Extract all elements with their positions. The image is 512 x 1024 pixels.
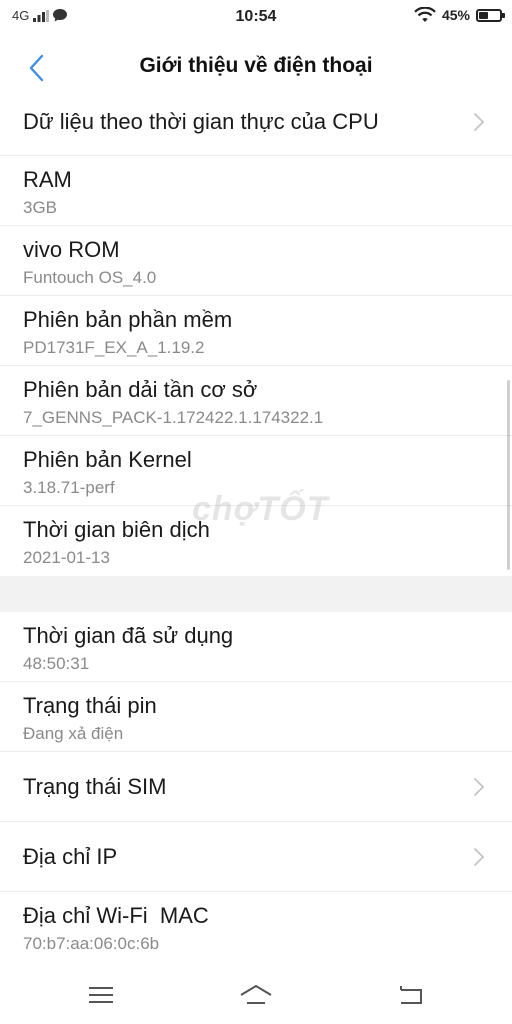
row-value: 7_GENNS_PACK-1.172422.1.174322.1	[23, 408, 324, 427]
scroll-indicator[interactable]	[507, 380, 510, 570]
list-item-software-version: Phiên bản phần mềm PD1731F_EX_A_1.19.2	[0, 296, 512, 366]
row-title: Phiên bản phần mềm	[23, 307, 233, 332]
row-title: Địa chỉ Wi-Fi MAC	[23, 903, 209, 928]
section-divider	[0, 576, 512, 612]
row-title: Địa chỉ IP	[23, 844, 118, 869]
row-value: Đang xả điện	[23, 724, 124, 743]
row-value: 70:b7:aa:06:0c:6b	[23, 934, 160, 953]
chevron-right-icon	[474, 778, 485, 796]
row-title: vivo ROM	[23, 237, 120, 262]
battery-icon	[476, 8, 505, 22]
row-title: Dữ liệu theo thời gian thực của CPU	[23, 109, 379, 134]
list-item-sim-status[interactable]: Trạng thái SIM	[0, 752, 512, 822]
row-value: 2021-01-13	[23, 548, 110, 567]
row-value: PD1731F_EX_A_1.19.2	[23, 338, 205, 357]
list-item-cpu-realtime[interactable]: Dữ liệu theo thời gian thực của CPU	[0, 100, 512, 156]
row-title: Trạng thái pin	[23, 693, 157, 718]
list-item-kernel-version: Phiên bản Kernel 3.18.71-perf	[0, 436, 512, 506]
status-bar: 4G 10:54 45%	[0, 0, 512, 36]
row-title: Thời gian biên dịch	[23, 517, 210, 542]
row-value: Funtouch OS_4.0	[23, 268, 157, 287]
status-right: 45%	[414, 7, 505, 23]
list-item-rom: vivo ROM Funtouch OS_4.0	[0, 226, 512, 296]
home-icon[interactable]	[238, 982, 274, 1008]
menu-icon[interactable]	[86, 982, 116, 1008]
list-item-uptime: Thời gian đã sử dụng 48:50:31	[0, 612, 512, 682]
row-title: Phiên bản Kernel	[23, 447, 192, 472]
list-item-build-time: Thời gian biên dịch 2021-01-13	[0, 506, 512, 576]
list-item-battery-status: Trạng thái pin Đang xả điện	[0, 682, 512, 752]
row-value: 3GB	[23, 198, 58, 217]
battery-percent: 45%	[441, 7, 470, 23]
header: Giới thiệu về điện thoại	[0, 36, 512, 100]
about-phone-screen: 4G 10:54 45% Giới thiệu về điện thoại Dữ…	[0, 0, 512, 1024]
row-value: 3.18.71-perf	[23, 478, 115, 497]
wifi-icon	[414, 7, 436, 22]
row-title: RAM	[23, 167, 72, 192]
chevron-right-icon	[474, 113, 485, 131]
list-item-wifi-mac: Địa chỉ Wi-Fi MAC 70:b7:aa:06:0c:6b	[0, 892, 512, 962]
row-title: Thời gian đã sử dụng	[23, 623, 234, 648]
list-item-ip-address[interactable]: Địa chỉ IP	[0, 822, 512, 892]
page-title: Giới thiệu về điện thoại	[139, 54, 373, 77]
row-title: Trạng thái SIM	[23, 774, 167, 799]
list-item-ram: RAM 3GB	[0, 156, 512, 226]
back-nav-icon[interactable]	[396, 982, 426, 1008]
settings-list: Dữ liệu theo thời gian thực của CPU RAM …	[0, 100, 512, 962]
list-item-baseband-version: Phiên bản dải tần cơ sở 7_GENNS_PACK-1.1…	[0, 366, 512, 436]
battery-fill	[479, 11, 488, 19]
row-title: Phiên bản dải tần cơ sở	[23, 377, 258, 402]
navigation-bar	[0, 964, 512, 1024]
chevron-right-icon	[474, 848, 485, 866]
row-value: 48:50:31	[23, 654, 90, 673]
